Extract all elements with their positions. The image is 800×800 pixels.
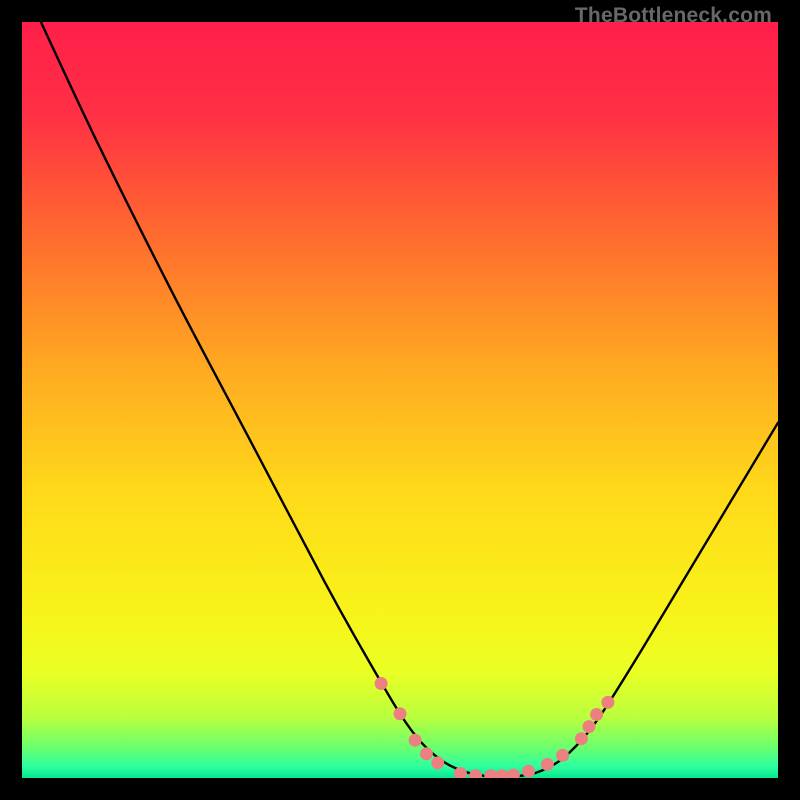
chart-stage: TheBottleneck.com (0, 0, 800, 800)
scatter-dot (420, 747, 433, 760)
scatter-dot (394, 707, 407, 720)
scatter-dot (522, 765, 535, 778)
scatter-dot (556, 749, 569, 762)
watermark-text: TheBottleneck.com (575, 4, 772, 28)
scatter-dot (431, 756, 444, 769)
chart-svg (22, 22, 778, 778)
scatter-dot (469, 769, 482, 778)
scatter-dot (507, 768, 520, 778)
scatter-dot (484, 769, 497, 778)
scatter-dot (409, 734, 422, 747)
plot-area (22, 22, 778, 778)
scatter-dot (575, 732, 588, 745)
scatter-dot (541, 758, 554, 771)
scatter-dot (583, 720, 596, 733)
scatter-dot (590, 708, 603, 721)
scatter-dot (601, 696, 614, 709)
scatter-dot (375, 677, 388, 690)
bottleneck-curve (41, 22, 778, 777)
scatter-dot (496, 769, 509, 778)
